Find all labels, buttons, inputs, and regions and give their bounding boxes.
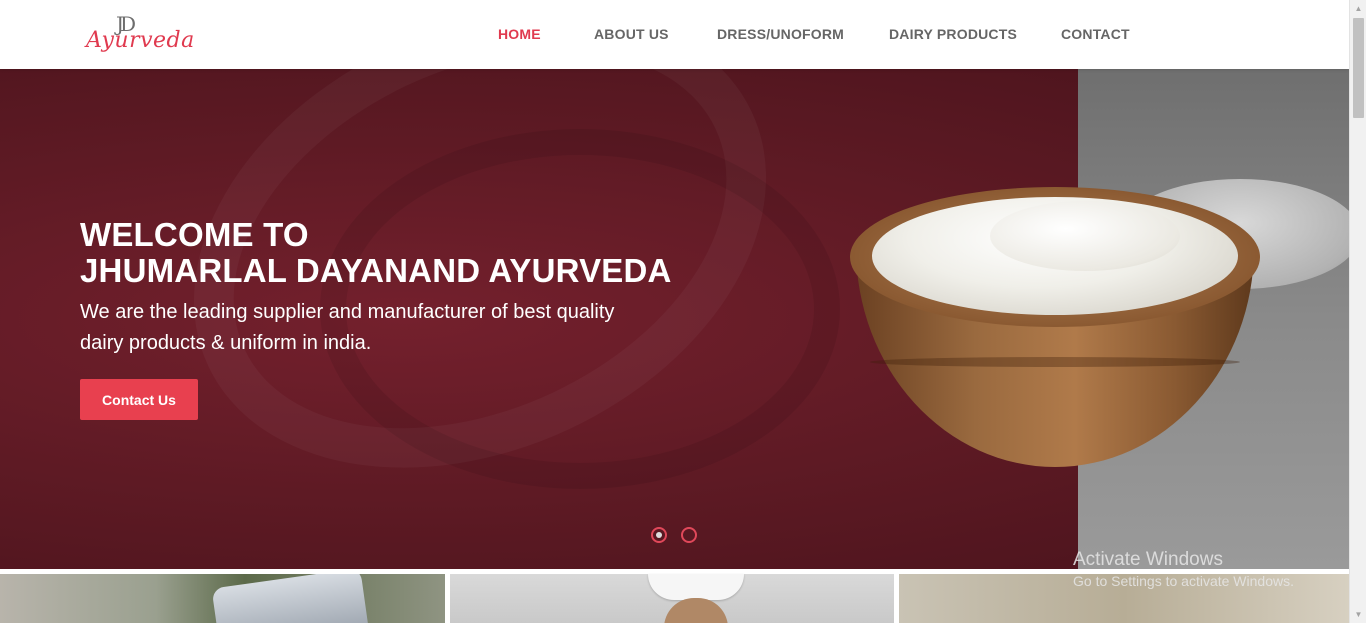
contact-us-button[interactable]: Contact Us <box>80 379 198 420</box>
nav-dress-uniform[interactable]: DRESS/UNOFORM <box>717 26 844 42</box>
watermark-title: Activate Windows <box>1073 549 1223 570</box>
nav-about-us[interactable]: ABOUT US <box>594 26 669 42</box>
slider-dot-1[interactable] <box>651 527 667 543</box>
hero-subtitle: We are the leading supplier and manufact… <box>80 301 615 354</box>
hero-text: WELCOME TO JHUMARLAL DAYANAND AYURVEDA W… <box>80 217 720 359</box>
nav-dairy-products[interactable]: DAIRY PRODUCTS <box>889 26 1017 42</box>
hero-title-line-1: WELCOME TO <box>80 216 309 253</box>
bowl-band <box>870 357 1240 367</box>
yogurt-bowl-image <box>850 187 1260 467</box>
nav-home[interactable]: HOME <box>498 26 541 42</box>
scrollbar-thumb[interactable] <box>1353 18 1364 118</box>
cream-peak <box>990 201 1180 271</box>
scroll-down-arrow-icon[interactable]: ▼ <box>1350 606 1366 623</box>
milk-glass-image <box>211 574 369 623</box>
main-nav: HOME ABOUT US DRESS/UNOFORM DAIRY PRODUC… <box>0 26 1349 46</box>
chef-hat-image <box>648 574 744 600</box>
slider-dot-2[interactable] <box>681 527 697 543</box>
activation-watermark: Activate Windows Go to Settings to activ… <box>1073 549 1294 591</box>
hero-title: WELCOME TO JHUMARLAL DAYANAND AYURVEDA <box>80 217 720 289</box>
watermark-subtitle: Go to Settings to activate Windows. <box>1073 573 1294 589</box>
hero-slider: WELCOME TO JHUMARLAL DAYANAND AYURVEDA W… <box>0 69 1349 569</box>
hero-title-line-2: JHUMARLAL DAYANAND AYURVEDA <box>80 252 672 289</box>
scroll-up-arrow-icon[interactable]: ▲ <box>1350 0 1366 17</box>
feature-card-milk[interactable] <box>0 574 445 623</box>
vertical-scrollbar[interactable]: ▲ ▼ <box>1349 0 1366 623</box>
nav-contact[interactable]: CONTACT <box>1061 26 1130 42</box>
site-header: JD Ayurveda HOME ABOUT US DRESS/UNOFORM … <box>0 0 1349 69</box>
